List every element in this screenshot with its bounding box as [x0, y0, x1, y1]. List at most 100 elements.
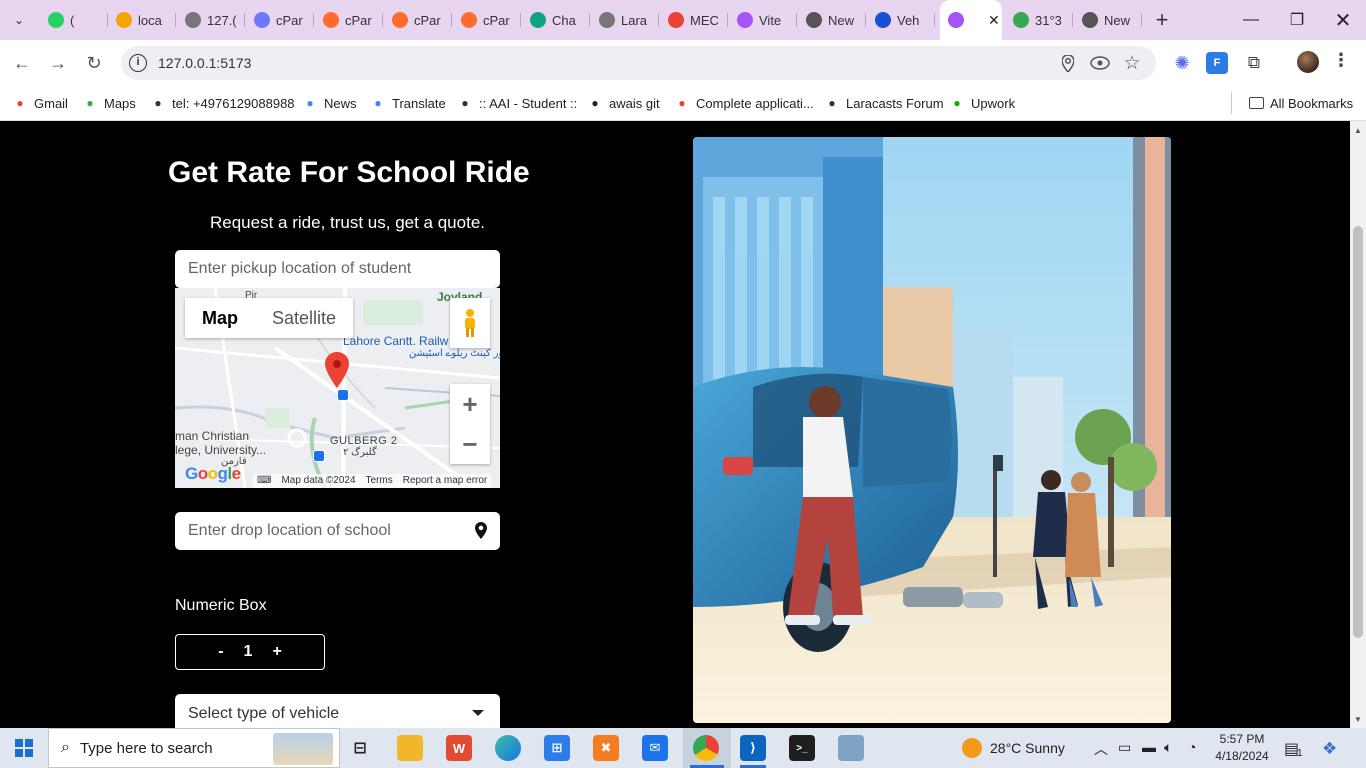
bookmark-item[interactable]: ● Upwork	[949, 93, 1015, 113]
browser-tab[interactable]: 31°3	[1005, 6, 1073, 34]
xampp-icon[interactable]: ✖	[593, 735, 619, 761]
tab-label: 31°3	[1035, 12, 1062, 28]
profile-avatar[interactable]	[1297, 51, 1319, 73]
minimize-button[interactable]: —	[1228, 0, 1274, 40]
chrome-icon[interactable]	[693, 735, 719, 761]
browser-tab[interactable]: Veh	[867, 6, 935, 34]
notification-count: 1	[1297, 748, 1303, 759]
back-button[interactable]: ←	[9, 50, 35, 76]
map-footer: ⌨ Map data ©2024 Terms Report a map erro…	[253, 474, 492, 488]
zoom-out-button[interactable]: −	[450, 424, 490, 464]
stepper-value[interactable]: 1	[244, 643, 253, 661]
volume-icon[interactable]: 🔈︎	[1164, 739, 1172, 756]
increment-button[interactable]: +	[272, 643, 281, 661]
close-window-button[interactable]: ✕	[1320, 0, 1366, 40]
map-report-error-link[interactable]: Report a map error	[403, 475, 487, 487]
map-terms-link[interactable]: Terms	[366, 475, 393, 487]
battery-icon[interactable]: ▬	[1142, 739, 1156, 755]
site-info-icon[interactable]: i	[129, 54, 147, 72]
microsoft-store-icon[interactable]: ⊞	[544, 735, 570, 761]
keyboard-shortcuts-icon[interactable]: ⌨	[257, 475, 271, 487]
zoom-in-button[interactable]: +	[450, 384, 490, 424]
system-clock[interactable]: 5:57 PM 4/18/2024	[1212, 731, 1272, 765]
restore-button[interactable]: ❐	[1274, 0, 1320, 40]
taskbar-search-box[interactable]: ⌕ Type here to search	[48, 728, 340, 768]
map-type-map-button[interactable]: Map	[185, 298, 255, 338]
bookmark-item[interactable]: ● News	[302, 93, 356, 113]
map-type-satellite-button[interactable]: Satellite	[255, 298, 353, 338]
browser-tab[interactable]: 127.(	[177, 6, 245, 34]
drop-location-input[interactable]	[175, 512, 500, 550]
extensions-puzzle-icon[interactable]: ⧉	[1243, 52, 1265, 74]
notes-app-icon[interactable]	[838, 735, 864, 761]
browser-tab[interactable]: MEC	[660, 6, 728, 34]
file-explorer-icon[interactable]	[397, 735, 423, 761]
bookmark-item[interactable]: ● Complete applicati...	[674, 93, 813, 113]
bookmark-item[interactable]: ●:: AAI - Student ::	[457, 93, 577, 113]
pickup-location-field[interactable]	[175, 250, 500, 288]
browser-tab[interactable]: Vite	[729, 6, 797, 34]
translate-icon: ●	[374, 96, 382, 110]
browser-tab[interactable]: cPar	[453, 6, 521, 34]
browser-tab[interactable]: (	[40, 6, 108, 34]
vscode-icon[interactable]: ⟩	[740, 735, 766, 761]
scroll-down-icon[interactable]: ▼	[1350, 712, 1366, 726]
phpmyadmin-icon	[116, 12, 132, 28]
browser-tab[interactable]: New	[798, 6, 866, 34]
street-view-pegman-icon[interactable]	[450, 298, 490, 348]
bookmark-item[interactable]: ● tel: +4976129088988	[150, 93, 294, 113]
mail-icon[interactable]: ✉	[642, 735, 668, 761]
extension-gear-icon[interactable]: ✺	[1171, 52, 1193, 74]
bookmark-item[interactable]: ● Translate	[370, 93, 445, 113]
scroll-up-icon[interactable]: ▲	[1350, 123, 1366, 137]
map-marker-icon[interactable]	[325, 352, 349, 393]
browser-menu-icon[interactable]: ⋮	[1332, 50, 1350, 71]
google-map[interactable]: Joyland Pir Lahore Cantt. Railw لاہور کی…	[175, 288, 500, 488]
wps-office-icon[interactable]: W	[446, 735, 472, 761]
tray-chevron-up-icon[interactable]: ︿	[1094, 739, 1108, 759]
weather-widget[interactable]: 28°C Sunny	[962, 738, 1065, 758]
drop-location-field[interactable]	[175, 512, 500, 550]
meet-now-icon[interactable]: ▭	[1118, 739, 1131, 756]
tab-label: 127.(	[207, 12, 237, 28]
start-button[interactable]	[0, 728, 48, 768]
browser-tab[interactable]: Cha	[522, 6, 590, 34]
browser-tab[interactable]: New	[1074, 6, 1142, 34]
forward-button[interactable]: →	[45, 50, 71, 76]
browser-tab[interactable]: Lara	[591, 6, 659, 34]
map-label-gulberg-urdu: گلبرگ ۲	[343, 447, 377, 458]
browser-tab[interactable]: ✕	[940, 0, 1002, 40]
bookmark-label: awais git	[609, 95, 660, 111]
bookmark-item[interactable]: ● Laracasts Forum	[824, 93, 943, 113]
eye-icon[interactable]	[1090, 53, 1110, 73]
bookmark-item[interactable]: ● awais git	[587, 93, 660, 113]
all-bookmarks-button[interactable]: All Bookmarks	[1249, 93, 1353, 113]
tab-search-button[interactable]: ⌄	[6, 8, 32, 32]
weather-text: 28°C Sunny	[990, 740, 1065, 756]
extension-f-icon[interactable]: F	[1206, 52, 1228, 74]
edge-icon[interactable]	[495, 735, 521, 761]
decrement-button[interactable]: -	[218, 643, 223, 661]
new-tab-button[interactable]: +	[1150, 7, 1174, 32]
browser-tab[interactable]: cPar	[246, 6, 314, 34]
url-text[interactable]: 127.0.0.1:5173	[158, 55, 251, 71]
scrollbar-thumb[interactable]	[1353, 226, 1363, 638]
vehicle-type-select[interactable]: Select type of vehicle	[175, 694, 500, 728]
copilot-icon[interactable]: ❖	[1322, 739, 1337, 759]
task-view-icon[interactable]: ⊟	[347, 735, 373, 761]
page-scrollbar[interactable]: ▲ ▼	[1350, 121, 1366, 728]
close-tab-icon[interactable]: ✕	[988, 12, 1000, 29]
tab-separator	[589, 13, 590, 27]
browser-tab[interactable]: cPar	[384, 6, 452, 34]
terminal-icon[interactable]: >_	[789, 735, 815, 761]
reload-button[interactable]: ↻	[81, 50, 107, 76]
pickup-location-input[interactable]	[175, 250, 500, 288]
wifi-icon[interactable]: ◔	[1188, 739, 1196, 755]
browser-tab[interactable]: cPar	[315, 6, 383, 34]
bookmark-item[interactable]: ● Maps	[82, 93, 135, 113]
location-icon[interactable]	[1058, 53, 1078, 73]
address-bar[interactable]: i 127.0.0.1:5173 ☆	[121, 46, 1156, 80]
bookmark-star-icon[interactable]: ☆	[1122, 53, 1142, 74]
browser-tab[interactable]: loca	[108, 6, 176, 34]
bookmark-item[interactable]: ● Gmail	[12, 93, 68, 113]
